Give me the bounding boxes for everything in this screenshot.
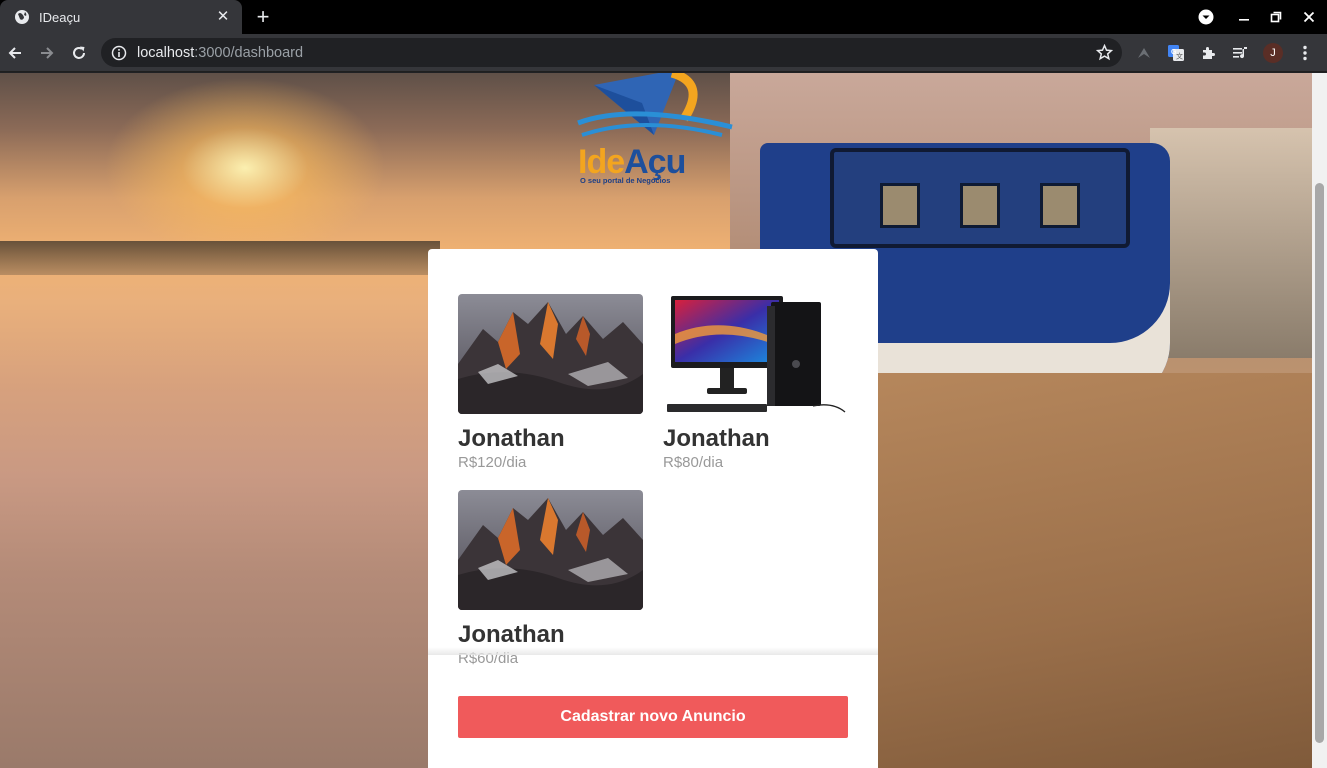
url-path: :3000/dashboard (194, 44, 304, 61)
scrollbar-thumb[interactable] (1315, 183, 1324, 743)
browser-toolbar: localhost:3000/dashboard G文 J (0, 34, 1327, 72)
browser-tab[interactable]: IDeaçu ✕ (0, 0, 242, 34)
listing-price: R$120/dia (458, 454, 527, 471)
list-bottom-divider (428, 647, 878, 655)
svg-text:文: 文 (1176, 52, 1183, 61)
close-tab-icon[interactable]: ✕ (214, 8, 232, 26)
profile-avatar[interactable]: J (1263, 43, 1283, 63)
listing-item[interactable]: Jonathan R$60/dia (458, 490, 643, 667)
background-boat-window (1040, 183, 1080, 228)
bookmark-star-icon[interactable] (1096, 44, 1113, 61)
listing-owner-name: Jonathan (458, 425, 565, 452)
browser-menu-button[interactable] (1295, 43, 1315, 63)
listing-owner-name: Jonathan (663, 425, 770, 452)
more-vertical-icon (1303, 45, 1307, 61)
tab-title: IDeaçu (39, 9, 81, 25)
listing-item[interactable]: Jonathan R$120/dia (458, 294, 643, 471)
background-sand (860, 373, 1327, 768)
tab-search-button[interactable] (1189, 0, 1223, 34)
background-shoreline (0, 241, 440, 275)
reload-icon (73, 46, 85, 59)
listing-item[interactable]: Jonathan R$80/dia (663, 294, 848, 471)
arrow-left-icon (8, 47, 21, 59)
background-pier (1150, 128, 1327, 358)
listing-thumbnail[interactable] (458, 490, 643, 610)
mountain-photo (458, 490, 643, 610)
translate-icon: G文 (1168, 45, 1184, 61)
logo-emblem-icon (577, 73, 733, 137)
close-window-button[interactable] (1292, 0, 1326, 34)
forward-button[interactable] (35, 41, 59, 65)
playlist-icon (1233, 47, 1247, 59)
background-boat-window (960, 183, 1000, 228)
page-scrollbar[interactable] (1312, 73, 1327, 768)
desktop-computer-photo (663, 294, 848, 414)
listing-owner-name: Jonathan (458, 621, 565, 648)
new-listing-button[interactable]: Cadastrar novo Anuncio (458, 696, 848, 738)
listing-price: R$80/dia (663, 454, 724, 471)
info-icon[interactable] (111, 45, 127, 61)
url-host: localhost (137, 44, 195, 61)
reload-button[interactable] (67, 41, 91, 65)
puzzle-icon (1203, 47, 1215, 59)
restore-button[interactable] (1259, 0, 1293, 34)
media-control-button[interactable] (1230, 43, 1250, 63)
minimize-icon (1239, 19, 1249, 21)
back-button[interactable] (3, 41, 27, 65)
listing-thumbnail[interactable] (663, 294, 848, 414)
arrow-right-icon (41, 47, 54, 59)
page-viewport: IdeAçu O seu portal de Negócios Jonathan (0, 73, 1327, 768)
google-translate-button[interactable]: G文 (1166, 43, 1186, 63)
chevron-down-circle-icon (1198, 9, 1214, 25)
site-logo[interactable]: IdeAçu O seu portal de Negócios (572, 73, 742, 188)
extensions-button[interactable] (1198, 43, 1218, 63)
listing-thumbnail[interactable] (458, 294, 643, 414)
close-icon (1303, 11, 1315, 23)
mountain-photo (458, 294, 643, 414)
address-bar[interactable]: localhost:3000/dashboard (101, 38, 1122, 67)
listings-card: Jonathan R$120/dia Jonathan R$80/dia Jon… (428, 249, 878, 768)
restore-icon (1270, 11, 1282, 23)
tab-strip: IDeaçu ✕ + (0, 0, 1327, 34)
background-boat-window (880, 183, 920, 228)
new-tab-button[interactable]: + (252, 6, 274, 28)
extension-button-1[interactable] (1134, 43, 1154, 63)
globe-icon (15, 10, 29, 24)
extension-bird-icon (1138, 48, 1150, 58)
logo-tagline: O seu portal de Negócios (580, 176, 671, 185)
minimize-button[interactable] (1227, 0, 1261, 34)
